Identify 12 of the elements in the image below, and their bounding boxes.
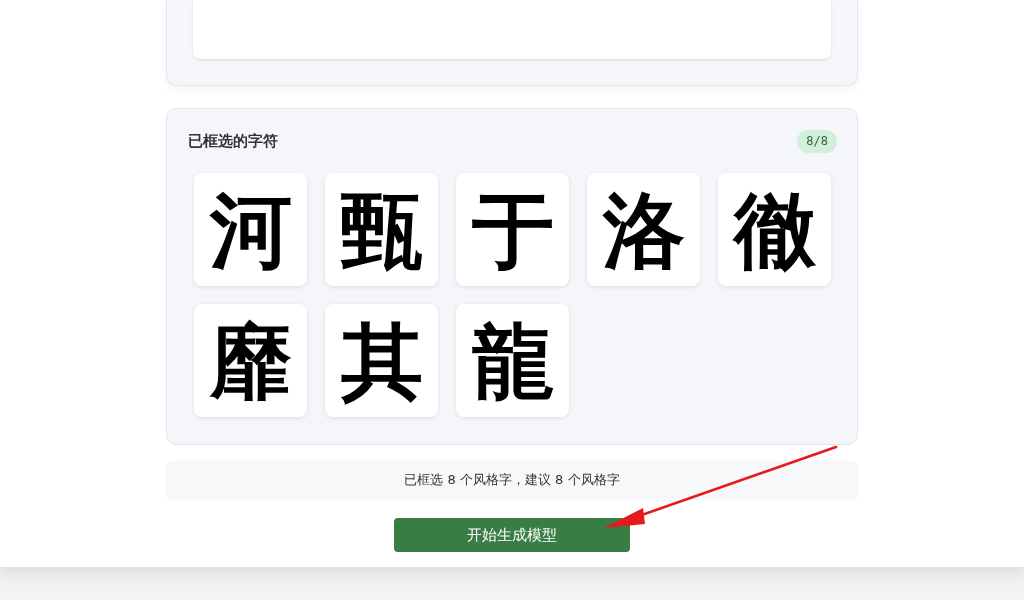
character-tile: 徹: [718, 173, 831, 286]
character-tile: 于: [456, 173, 569, 286]
status-bar: 已框选 8 个风格字，建议 8 个风格字: [166, 461, 858, 499]
character-tile: 靡: [194, 304, 307, 417]
panel-title: 已框选的字符: [188, 132, 278, 151]
character-tile: 龍: [456, 304, 569, 417]
generate-model-button[interactable]: 开始生成模型: [394, 518, 630, 552]
character-tile: 甄: [325, 173, 438, 286]
character-tile: 其: [325, 304, 438, 417]
character-tile: 洛: [587, 173, 700, 286]
character-tile: 河: [194, 173, 307, 286]
count-badge: 8/8: [797, 130, 837, 153]
